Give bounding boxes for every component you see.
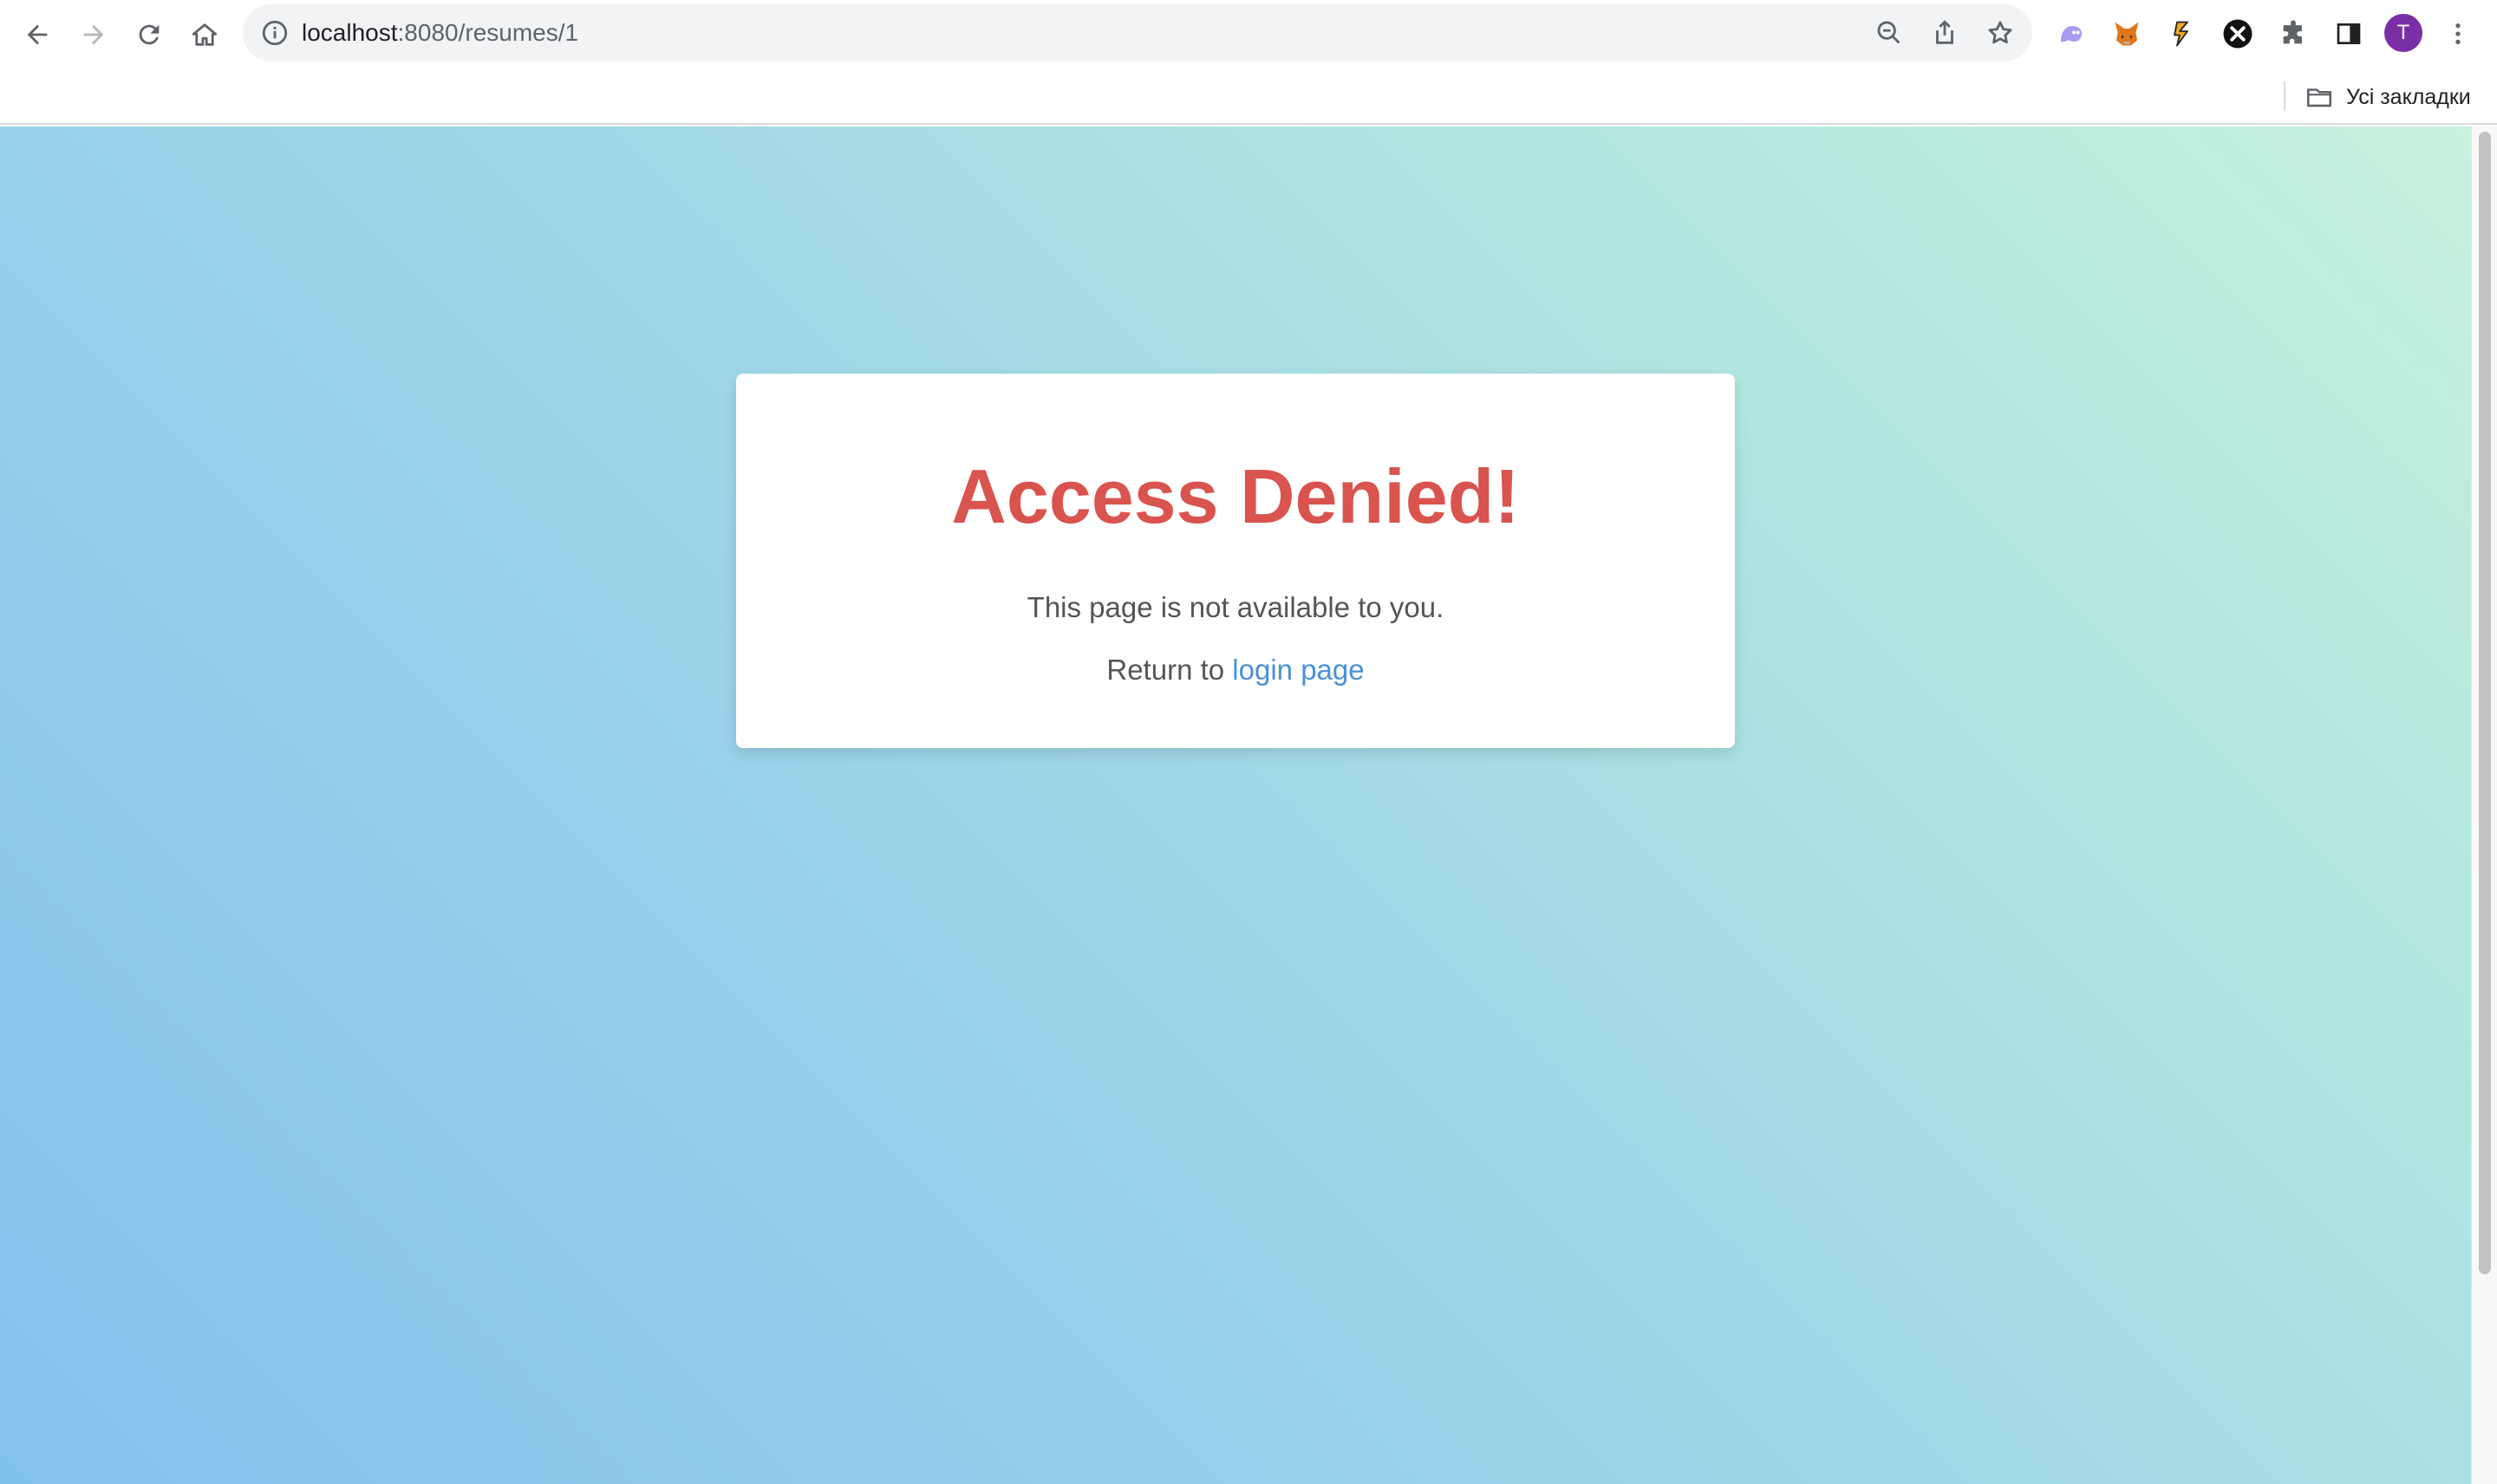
page-viewport: Access Denied! This page is not availabl… <box>0 127 2497 1484</box>
share-icon[interactable] <box>1930 18 1959 48</box>
bookmarks-bar: Усі закладки <box>0 69 2497 125</box>
metamask-extension-button[interactable] <box>2110 17 2143 50</box>
profile-avatar[interactable]: T <box>2384 14 2422 52</box>
forward-arrow-icon <box>83 24 104 45</box>
forward-button[interactable] <box>71 12 116 57</box>
home-icon <box>192 23 218 46</box>
kebab-menu-icon <box>2455 23 2461 44</box>
folder-icon <box>2306 88 2332 107</box>
all-bookmarks-folder[interactable]: Усі закладки <box>2298 75 2478 120</box>
ghost-extension-button[interactable] <box>2055 17 2088 50</box>
page-title: Access Denied! <box>951 453 1520 539</box>
extensions-button[interactable] <box>2277 17 2310 50</box>
browser-toolbar: localhost:8080/resumes/1 T <box>0 0 2497 69</box>
side-panel-icon <box>2337 23 2361 44</box>
bookmarks-separator <box>2284 81 2285 111</box>
login-page-link[interactable]: login page <box>1232 654 1364 686</box>
address-bar[interactable]: localhost:8080/resumes/1 <box>243 4 2032 62</box>
x-extension-icon <box>2223 19 2253 49</box>
coin-extension-icon <box>2174 21 2188 47</box>
scrollbar-thumb[interactable] <box>2479 132 2491 1274</box>
access-denied-card: Access Denied! This page is not availabl… <box>736 374 1735 748</box>
metamask-fox-icon <box>2115 22 2139 46</box>
url-text[interactable]: localhost:8080/resumes/1 <box>302 4 578 62</box>
return-line: Return to login page <box>736 653 1735 687</box>
zoom-out-icon[interactable] <box>1874 18 1904 48</box>
reload-button[interactable] <box>127 12 172 57</box>
star-icon[interactable] <box>1985 18 2015 48</box>
ghost-extension-icon <box>2061 26 2082 42</box>
back-arrow-icon <box>27 24 48 45</box>
url-path: :8080/resumes/1 <box>397 19 579 46</box>
reload-icon <box>139 24 160 45</box>
puzzle-icon <box>2283 20 2302 44</box>
coin-extension-button[interactable] <box>2166 17 2199 50</box>
x-extension-button[interactable] <box>2221 17 2254 50</box>
url-host: localhost <box>302 19 398 46</box>
back-button[interactable] <box>15 12 60 57</box>
return-text: Return to <box>1106 654 1233 686</box>
browser-menu-button[interactable] <box>2442 17 2474 50</box>
all-bookmarks-label: Усі закладки <box>2346 84 2471 109</box>
denied-message: This page is not available to you. <box>1027 591 1444 623</box>
info-icon[interactable] <box>260 18 290 48</box>
home-button[interactable] <box>182 12 227 57</box>
vertical-scrollbar[interactable] <box>2471 127 2497 1484</box>
side-panel-button[interactable] <box>2332 17 2365 50</box>
